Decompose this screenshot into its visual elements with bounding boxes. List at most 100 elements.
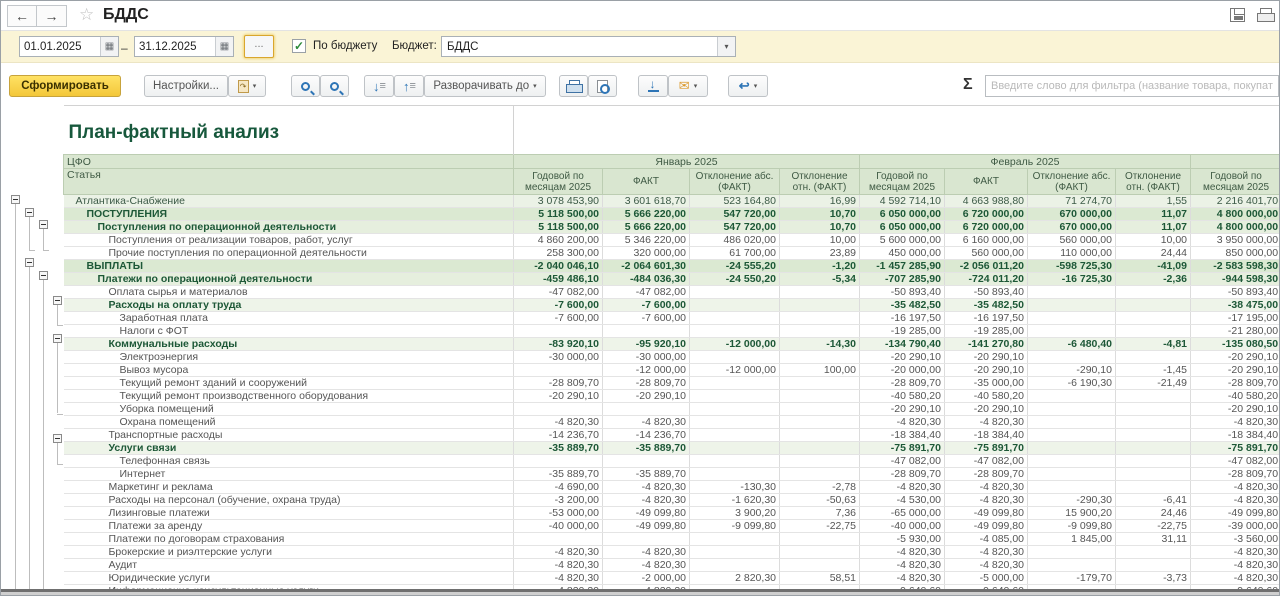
value-cell[interactable]: 15 900,20 [1028,507,1116,520]
row-label[interactable]: Услуги связи [64,442,514,455]
value-cell[interactable] [1116,455,1191,468]
by-budget-checkbox[interactable]: ✓ [292,39,306,53]
value-cell[interactable]: -4 820,30 [860,572,945,585]
row-label[interactable]: Вывоз мусора [64,364,514,377]
value-cell[interactable] [514,325,603,338]
value-cell[interactable] [780,325,860,338]
value-cell[interactable]: -28 809,70 [603,377,690,390]
value-cell[interactable]: 2 216 401,70 [1191,195,1280,208]
value-cell[interactable]: 547 720,00 [690,208,780,221]
value-cell[interactable]: 5 666 220,00 [603,208,690,221]
value-cell[interactable]: -16 197,50 [945,312,1028,325]
value-cell[interactable]: 4 800 000,00 [1191,208,1280,221]
value-cell[interactable]: -95 920,10 [603,338,690,351]
value-cell[interactable]: -65 000,00 [860,507,945,520]
value-cell[interactable]: 100,00 [780,364,860,377]
row-label[interactable]: Поступления по операционной деятельности [64,221,514,234]
value-cell[interactable]: -22,75 [1116,520,1191,533]
value-cell[interactable]: 6 720 000,00 [945,208,1028,221]
value-cell[interactable]: 24,46 [1116,507,1191,520]
save-result-button[interactable] [638,75,668,97]
value-cell[interactable] [514,364,603,377]
value-cell[interactable]: 850 000,00 [1191,247,1280,260]
value-cell[interactable]: 7,36 [780,507,860,520]
value-cell[interactable]: -22,75 [780,520,860,533]
value-cell[interactable]: -4 820,30 [945,416,1028,429]
value-cell[interactable]: -40 000,00 [860,520,945,533]
value-cell[interactable] [514,533,603,546]
value-cell[interactable] [1116,299,1191,312]
value-cell[interactable]: -4 820,30 [1191,559,1280,572]
value-cell[interactable]: 523 164,80 [690,195,780,208]
value-cell[interactable]: -75 891,70 [860,442,945,455]
value-cell[interactable]: 3 950 000,00 [1191,234,1280,247]
value-cell[interactable]: 23,89 [780,247,860,260]
row-label[interactable]: Электроэнергия [64,351,514,364]
value-cell[interactable] [690,377,780,390]
value-cell[interactable]: -3,73 [1116,572,1191,585]
budget-input[interactable] [442,37,717,56]
value-cell[interactable] [1116,312,1191,325]
value-cell[interactable]: -19 285,00 [860,325,945,338]
value-cell[interactable] [780,312,860,325]
value-cell[interactable] [780,377,860,390]
value-cell[interactable] [1116,546,1191,559]
value-cell[interactable]: -4 820,30 [860,559,945,572]
value-cell[interactable]: 258 300,00 [514,247,603,260]
row-label[interactable]: Расходы на персонал (обучение, охрана тр… [64,494,514,507]
value-cell[interactable]: -4,81 [1116,338,1191,351]
value-cell[interactable] [1028,390,1116,403]
value-cell[interactable] [780,429,860,442]
chevron-down-icon[interactable]: ▾ [717,37,735,56]
value-cell[interactable]: -4 820,30 [514,416,603,429]
value-cell[interactable]: 31,11 [1116,533,1191,546]
value-cell[interactable] [1116,286,1191,299]
value-cell[interactable]: -20 290,10 [514,390,603,403]
value-cell[interactable]: -724 011,20 [945,273,1028,286]
value-cell[interactable]: -47 082,00 [603,286,690,299]
value-cell[interactable]: -2 583 598,30 [1191,260,1280,273]
value-cell[interactable] [1028,546,1116,559]
value-cell[interactable]: -18 384,40 [860,429,945,442]
value-cell[interactable] [690,312,780,325]
value-cell[interactable]: -28 809,70 [860,468,945,481]
value-cell[interactable] [780,546,860,559]
value-cell[interactable]: -20 290,10 [860,351,945,364]
value-cell[interactable]: -2,78 [780,481,860,494]
value-cell[interactable]: -17 195,00 [1191,312,1280,325]
value-cell[interactable]: -134 790,40 [860,338,945,351]
value-cell[interactable] [1028,416,1116,429]
row-label[interactable]: Текущий ремонт зданий и сооружений [64,377,514,390]
value-cell[interactable]: 560 000,00 [945,247,1028,260]
tree-collapse-button[interactable] [25,208,34,217]
value-cell[interactable]: -3 560,00 [1191,533,1280,546]
value-cell[interactable]: -7 600,00 [603,299,690,312]
row-label[interactable]: Коммунальные расходы [64,338,514,351]
value-cell[interactable] [603,455,690,468]
value-cell[interactable] [1028,559,1116,572]
value-cell[interactable] [1116,481,1191,494]
value-cell[interactable]: -28 809,70 [1191,468,1280,481]
value-cell[interactable]: -14,30 [780,338,860,351]
value-cell[interactable] [780,351,860,364]
value-cell[interactable]: -47 082,00 [945,455,1028,468]
value-cell[interactable]: -944 598,30 [1191,273,1280,286]
value-cell[interactable]: -130,30 [690,481,780,494]
value-cell[interactable] [603,403,690,416]
value-cell[interactable]: -4 820,30 [860,416,945,429]
value-cell[interactable]: -20 000,00 [860,364,945,377]
value-cell[interactable]: -20 290,10 [603,390,690,403]
value-cell[interactable]: -28 809,70 [514,377,603,390]
value-cell[interactable]: -4 820,30 [1191,481,1280,494]
value-cell[interactable]: -4 820,30 [1191,572,1280,585]
value-cell[interactable]: -24 555,20 [690,260,780,273]
value-cell[interactable]: -3 200,00 [514,494,603,507]
value-cell[interactable]: -4 820,30 [603,546,690,559]
expand-to-dropdown[interactable]: Разворачивать до ▾ [424,75,546,97]
value-cell[interactable]: -40 580,20 [1191,390,1280,403]
value-cell[interactable] [1116,559,1191,572]
value-cell[interactable]: 6 050 000,00 [860,221,945,234]
value-cell[interactable]: -6 480,40 [1028,338,1116,351]
value-cell[interactable]: -40 580,20 [945,390,1028,403]
value-cell[interactable]: -18 384,40 [945,429,1028,442]
